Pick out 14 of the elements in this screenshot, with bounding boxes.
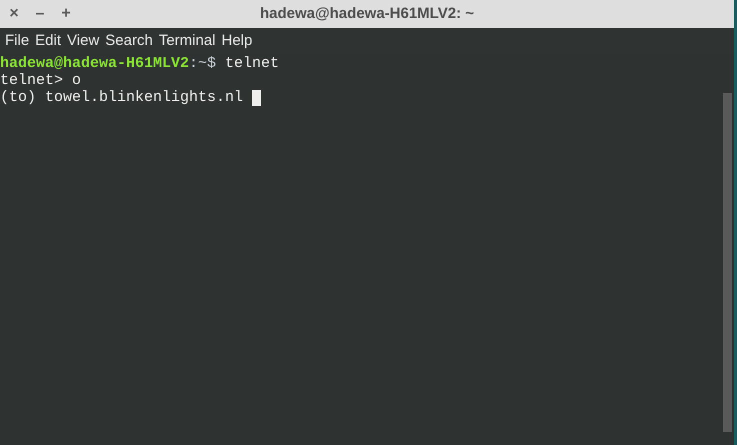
window-title: hadewa@hadewa-H61MLV2: ~ [260, 4, 474, 24]
terminal-line: telnet> o [0, 72, 82, 89]
menu-item[interactable]: View [64, 30, 102, 52]
menu-item[interactable]: File [2, 30, 32, 52]
terminal-line: hadewa@hadewa-H61MLV2:~$ telnet [0, 55, 280, 72]
menu-item[interactable]: Search [102, 30, 156, 52]
scrollbar-thumb[interactable] [722, 93, 732, 432]
menu-item[interactable]: Edit [32, 30, 64, 52]
terminal-line: (to) towel.blinkenlights.nl [0, 89, 244, 106]
maximize-button[interactable]: + [58, 4, 74, 24]
menu-item[interactable]: Terminal [156, 30, 218, 52]
menu-item[interactable]: Help [218, 30, 256, 52]
minimize-button[interactable]: – [32, 4, 48, 24]
close-button[interactable]: × [6, 4, 22, 24]
